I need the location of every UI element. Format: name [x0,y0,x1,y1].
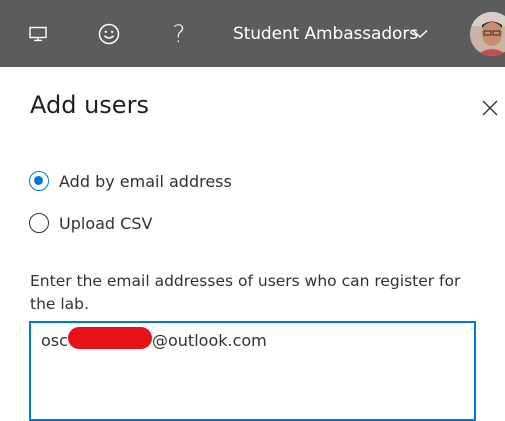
avatar[interactable] [470,12,505,56]
radio-button-selected[interactable] [29,171,49,191]
panel-title: Add users [30,91,149,119]
radio-button[interactable] [29,213,49,233]
option-add-by-email[interactable]: Add by email address [29,168,232,194]
account-name: Student Ambassadors [233,23,418,44]
email-value-suffix: @outlook.com [152,331,267,350]
option-label: Add by email address [59,171,232,191]
close-icon[interactable] [478,96,502,120]
email-addresses-input[interactable]: osc @outlook.com [29,321,476,421]
redaction-mark [68,327,152,349]
monitor-icon[interactable] [22,0,54,67]
top-bar: ? Student Ambassadors [0,0,505,67]
help-symbol: ? [172,19,186,48]
email-field-label: Enter the email addresses of users who c… [30,272,461,313]
chevron-down-icon[interactable] [411,0,429,67]
option-upload-csv[interactable]: Upload CSV [29,210,152,236]
help-icon[interactable]: ? [164,0,194,67]
email-value-prefix: osc [41,331,68,350]
option-label: Upload CSV [59,213,153,233]
smile-icon[interactable] [92,0,126,67]
account-switcher[interactable]: Student Ambassadors [233,0,418,67]
